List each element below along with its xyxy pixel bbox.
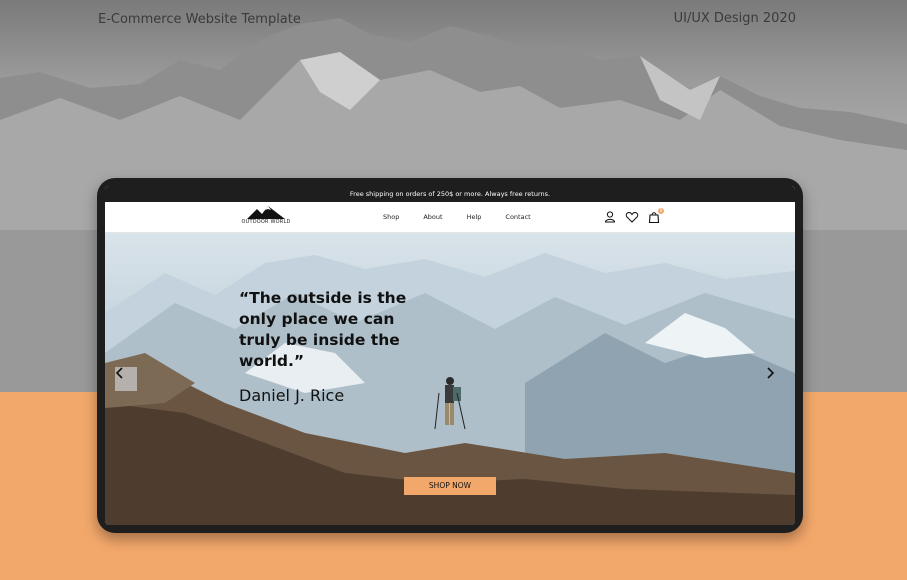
quote-line: world.” <box>239 352 305 370</box>
site-navbar: OUTDOOR WORLD Shop About Help Contact 0 <box>105 202 795 233</box>
quote-line: only place we can <box>239 310 395 328</box>
chevron-right-icon <box>767 367 775 379</box>
hero-banner: “The outside is the only place we can tr… <box>105 233 795 525</box>
logo-text: OUTDOOR WORLD <box>241 219 291 225</box>
quote-line: truly be inside the <box>239 331 400 349</box>
nav-contact[interactable]: Contact <box>505 213 530 221</box>
chevron-left-icon <box>115 367 123 379</box>
tablet-mockup: Free shipping on orders of 250$ or more.… <box>97 178 803 533</box>
shop-now-button[interactable]: SHOP NOW <box>404 477 496 495</box>
promo-bar: Free shipping on orders of 250$ or more.… <box>105 186 795 202</box>
nav-shop[interactable]: Shop <box>383 213 399 221</box>
heart-icon[interactable] <box>624 209 640 225</box>
quote-author: Daniel J. Rice <box>239 386 345 405</box>
nav-about[interactable]: About <box>423 213 442 221</box>
cart-icon[interactable]: 0 <box>646 208 664 225</box>
main-nav: Shop About Help Contact <box>383 202 555 232</box>
cart-count-badge: 0 <box>658 208 664 214</box>
mountain-logo-icon <box>247 206 285 219</box>
nav-help[interactable]: Help <box>467 213 482 221</box>
quote-line: “The outside is the <box>239 289 407 307</box>
hero-quote: “The outside is the only place we can tr… <box>239 288 439 372</box>
carousel-prev-button[interactable] <box>115 367 137 391</box>
site-logo[interactable]: OUTDOOR WORLD <box>238 206 294 230</box>
website-screen: Free shipping on orders of 250$ or more.… <box>105 186 795 525</box>
carousel-next-button[interactable] <box>765 367 787 391</box>
template-title: E-Commerce Website Template <box>98 12 301 27</box>
user-icon[interactable] <box>602 209 618 225</box>
nav-icons: 0 <box>602 208 668 225</box>
design-year-label: UI/UX Design 2020 <box>673 11 796 26</box>
